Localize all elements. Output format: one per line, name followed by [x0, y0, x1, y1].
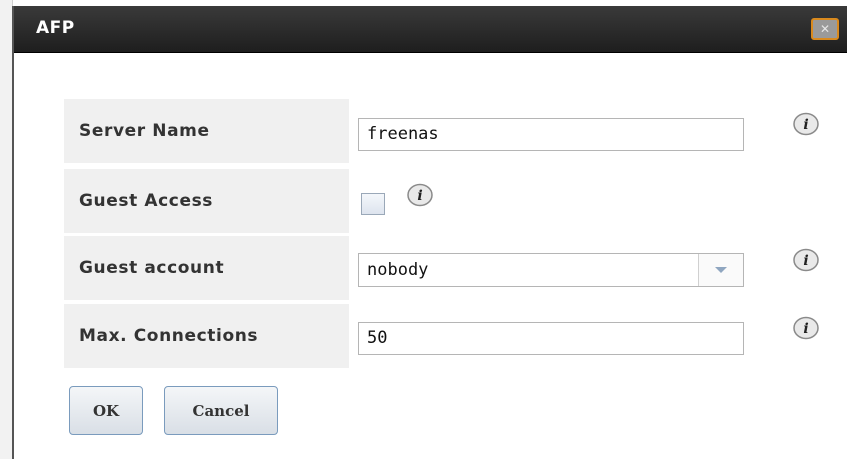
guest-access-label-cell: Guest Access	[64, 169, 349, 233]
info-icon[interactable]: i	[792, 316, 820, 340]
close-icon: ✕	[819, 22, 831, 36]
server-name-label: Server Name	[79, 121, 210, 141]
guest-account-label-cell: Guest account	[64, 236, 349, 300]
guest-access-checkbox[interactable]	[361, 193, 385, 215]
cancel-button[interactable]: Cancel	[164, 386, 278, 435]
guest-account-label: Guest account	[79, 258, 225, 278]
chevron-down-icon	[715, 267, 727, 273]
svg-text:i: i	[803, 253, 808, 269]
dropdown-toggle[interactable]	[698, 254, 743, 286]
close-button[interactable]: ✕	[811, 18, 839, 40]
ok-button[interactable]: OK	[69, 386, 143, 435]
info-icon[interactable]: i	[406, 183, 434, 207]
max-connections-input[interactable]	[358, 322, 744, 355]
guest-account-select[interactable]: nobody	[358, 253, 744, 287]
info-icon[interactable]: i	[792, 248, 820, 272]
server-name-label-cell: Server Name	[64, 99, 349, 163]
guest-account-selected-value: nobody	[367, 260, 429, 280]
guest-access-label: Guest Access	[79, 191, 214, 211]
max-connections-label: Max. Connections	[79, 326, 259, 346]
dialog-title: AFP	[36, 18, 75, 38]
svg-text:i: i	[417, 188, 422, 204]
server-name-input[interactable]	[358, 118, 744, 151]
dialog-titlebar: AFP ✕	[14, 6, 847, 53]
svg-text:i: i	[803, 117, 808, 133]
svg-text:i: i	[803, 321, 808, 337]
info-icon[interactable]: i	[792, 112, 820, 136]
max-connections-label-cell: Max. Connections	[64, 304, 349, 368]
afp-dialog: AFP ✕ Server Name i Guest Access i Guest…	[12, 6, 847, 459]
